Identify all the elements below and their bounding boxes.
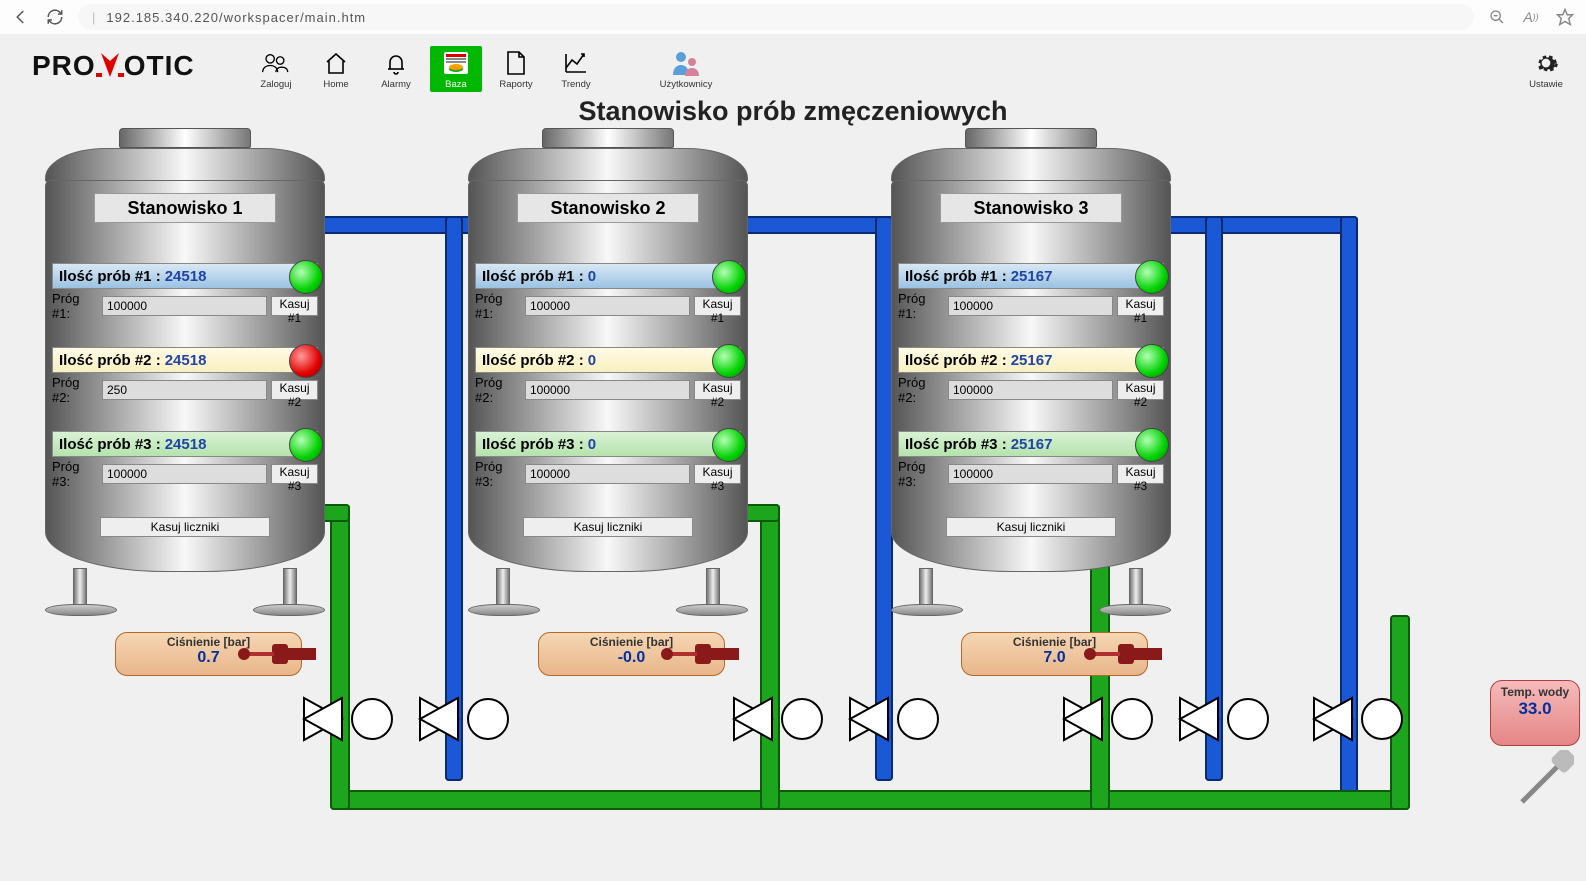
temperature-value: 33.0 bbox=[1518, 699, 1551, 718]
logo: PROOTIC bbox=[32, 50, 195, 82]
url-text: 192.185.340.220/workspacer/main.htm bbox=[106, 10, 366, 25]
station-3-reset3-button[interactable]: Kasuj #3 bbox=[1117, 464, 1164, 484]
tank-3: Stanowisko 3 Ilość prób #1 : 25167 Próg … bbox=[891, 128, 1171, 612]
station-1-reset1-button[interactable]: Kasuj #1 bbox=[271, 296, 318, 316]
station-1-th3-input[interactable] bbox=[102, 464, 267, 484]
pipe-green-r2 bbox=[760, 504, 780, 810]
station-2-reset3-button[interactable]: Kasuj #3 bbox=[694, 464, 741, 484]
station-2-count3: Ilość prób #3 : 0 bbox=[475, 431, 741, 457]
favorite-icon[interactable] bbox=[1550, 3, 1580, 31]
station-2-count2: Ilość prób #2 : 0 bbox=[475, 347, 741, 373]
station-1-count3: Ilość prób #3 : 24518 bbox=[52, 431, 318, 457]
chart-icon bbox=[563, 46, 589, 79]
tank-2: Stanowisko 2 Ilość prób #1 : 0 Próg #1: … bbox=[468, 128, 748, 612]
station-2-reset1-button[interactable]: Kasuj #1 bbox=[694, 296, 741, 316]
home-icon bbox=[323, 46, 349, 79]
valve-s3-green[interactable] bbox=[1062, 696, 1157, 742]
station-1-lamp1 bbox=[289, 260, 323, 294]
valve-s2-green[interactable] bbox=[732, 696, 827, 742]
station-2-lamp2 bbox=[712, 344, 746, 378]
menu-settings[interactable]: Ustawie bbox=[1516, 46, 1576, 90]
station-2-lamp1 bbox=[712, 260, 746, 294]
station-1-lamp2 bbox=[289, 344, 323, 378]
station-3-th2-input[interactable] bbox=[948, 380, 1113, 400]
persons-icon bbox=[671, 46, 701, 79]
station-3-count1: Ilość prób #1 : 25167 bbox=[898, 263, 1164, 289]
tank-1: Stanowisko 1 Ilość prób #1 : 24518 Próg … bbox=[45, 128, 325, 612]
station-2-th3-input[interactable] bbox=[525, 464, 690, 484]
station-1-th1-label: Próg #1: bbox=[52, 291, 98, 321]
station-2-th2-input[interactable] bbox=[525, 380, 690, 400]
valve-s1-green[interactable] bbox=[302, 696, 397, 742]
station-1-lamp3 bbox=[289, 428, 323, 462]
menu-alarms[interactable]: Alarmy bbox=[370, 46, 422, 92]
water-temperature: Temp. wody 33.0 bbox=[1490, 680, 1580, 746]
station-3-lamp1 bbox=[1135, 260, 1169, 294]
station-2-reset2-button[interactable]: Kasuj #2 bbox=[694, 380, 741, 400]
valve-s3-blue[interactable] bbox=[1178, 696, 1273, 742]
station-3-th3-input[interactable] bbox=[948, 464, 1113, 484]
station-1-th2-input[interactable] bbox=[102, 380, 267, 400]
station-1-label: Stanowisko 1 bbox=[94, 193, 276, 223]
station-3-count3: Ilość prób #3 : 25167 bbox=[898, 431, 1164, 457]
menu-trends[interactable]: Trendy bbox=[550, 46, 602, 92]
station-3-reset2-button[interactable]: Kasuj #2 bbox=[1117, 380, 1164, 400]
back-icon[interactable] bbox=[6, 3, 36, 31]
station-3-resetall-button[interactable]: Kasuj liczniki bbox=[946, 517, 1116, 537]
menu-reports[interactable]: Raporty bbox=[490, 46, 542, 92]
menu-database-active[interactable]: Baza bbox=[430, 46, 482, 92]
menu-bar: Zaloguj Home Alarmy Baza Raporty Trendy … bbox=[250, 46, 712, 92]
station-1-count1: Ilość prób #1 : 24518 bbox=[52, 263, 318, 289]
zoom-icon[interactable] bbox=[1482, 3, 1512, 31]
database-icon bbox=[442, 46, 470, 79]
station-2-resetall-button[interactable]: Kasuj liczniki bbox=[523, 517, 693, 537]
station-2-th1-input[interactable] bbox=[525, 296, 690, 316]
gear-icon bbox=[1533, 50, 1559, 79]
station-3-reset1-button[interactable]: Kasuj #1 bbox=[1117, 296, 1164, 316]
station-1-th1-input[interactable] bbox=[102, 296, 267, 316]
browser-bar: | 192.185.340.220/workspacer/main.htm A)… bbox=[0, 0, 1586, 34]
refresh-icon[interactable] bbox=[40, 3, 70, 31]
station-3-lamp3 bbox=[1135, 428, 1169, 462]
station-1-resetall-button[interactable]: Kasuj liczniki bbox=[100, 517, 270, 537]
station-2-label: Stanowisko 2 bbox=[517, 193, 699, 223]
menu-home[interactable]: Home bbox=[310, 46, 362, 92]
document-icon bbox=[505, 46, 527, 79]
scada-canvas: Stanowisko 1 Ilość prób #1 : 24518 Próg … bbox=[0, 120, 1586, 881]
pressure-sensor-icon bbox=[238, 640, 318, 668]
pipe-green-r1 bbox=[330, 504, 350, 810]
station-1-reset2-button[interactable]: Kasuj #2 bbox=[271, 380, 318, 400]
station-3-th1-input[interactable] bbox=[948, 296, 1113, 316]
station-3-lamp2 bbox=[1135, 344, 1169, 378]
station-1-reset3-button[interactable]: Kasuj #3 bbox=[271, 464, 318, 484]
bell-icon bbox=[383, 46, 409, 79]
station-3-count2: Ilość prób #2 : 25167 bbox=[898, 347, 1164, 373]
pressure-sensor-icon bbox=[1084, 640, 1164, 668]
url-bar[interactable]: | 192.185.340.220/workspacer/main.htm bbox=[78, 4, 1474, 30]
temperature-probe-icon bbox=[1514, 750, 1574, 810]
station-2-lamp3 bbox=[712, 428, 746, 462]
pipe-green-bottom bbox=[330, 790, 1410, 810]
station-1-th2-label: Próg #2: bbox=[52, 375, 98, 405]
valve-s1-blue[interactable] bbox=[418, 696, 513, 742]
station-1-count2: Ilość prób #2 : 24518 bbox=[52, 347, 318, 373]
menu-users[interactable]: Użytkownicy bbox=[660, 46, 712, 92]
station-2-count1: Ilość prób #1 : 0 bbox=[475, 263, 741, 289]
pressure-sensor-icon bbox=[661, 640, 741, 668]
station-1-th3-label: Próg #3: bbox=[52, 459, 98, 489]
read-aloud-icon[interactable]: A)) bbox=[1516, 3, 1546, 31]
menu-login[interactable]: Zaloguj bbox=[250, 46, 302, 92]
station-3-label: Stanowisko 3 bbox=[940, 193, 1122, 223]
users-icon bbox=[261, 46, 291, 79]
valve-s2-blue[interactable] bbox=[848, 696, 943, 742]
valve-blue-manifold[interactable] bbox=[1312, 696, 1407, 742]
